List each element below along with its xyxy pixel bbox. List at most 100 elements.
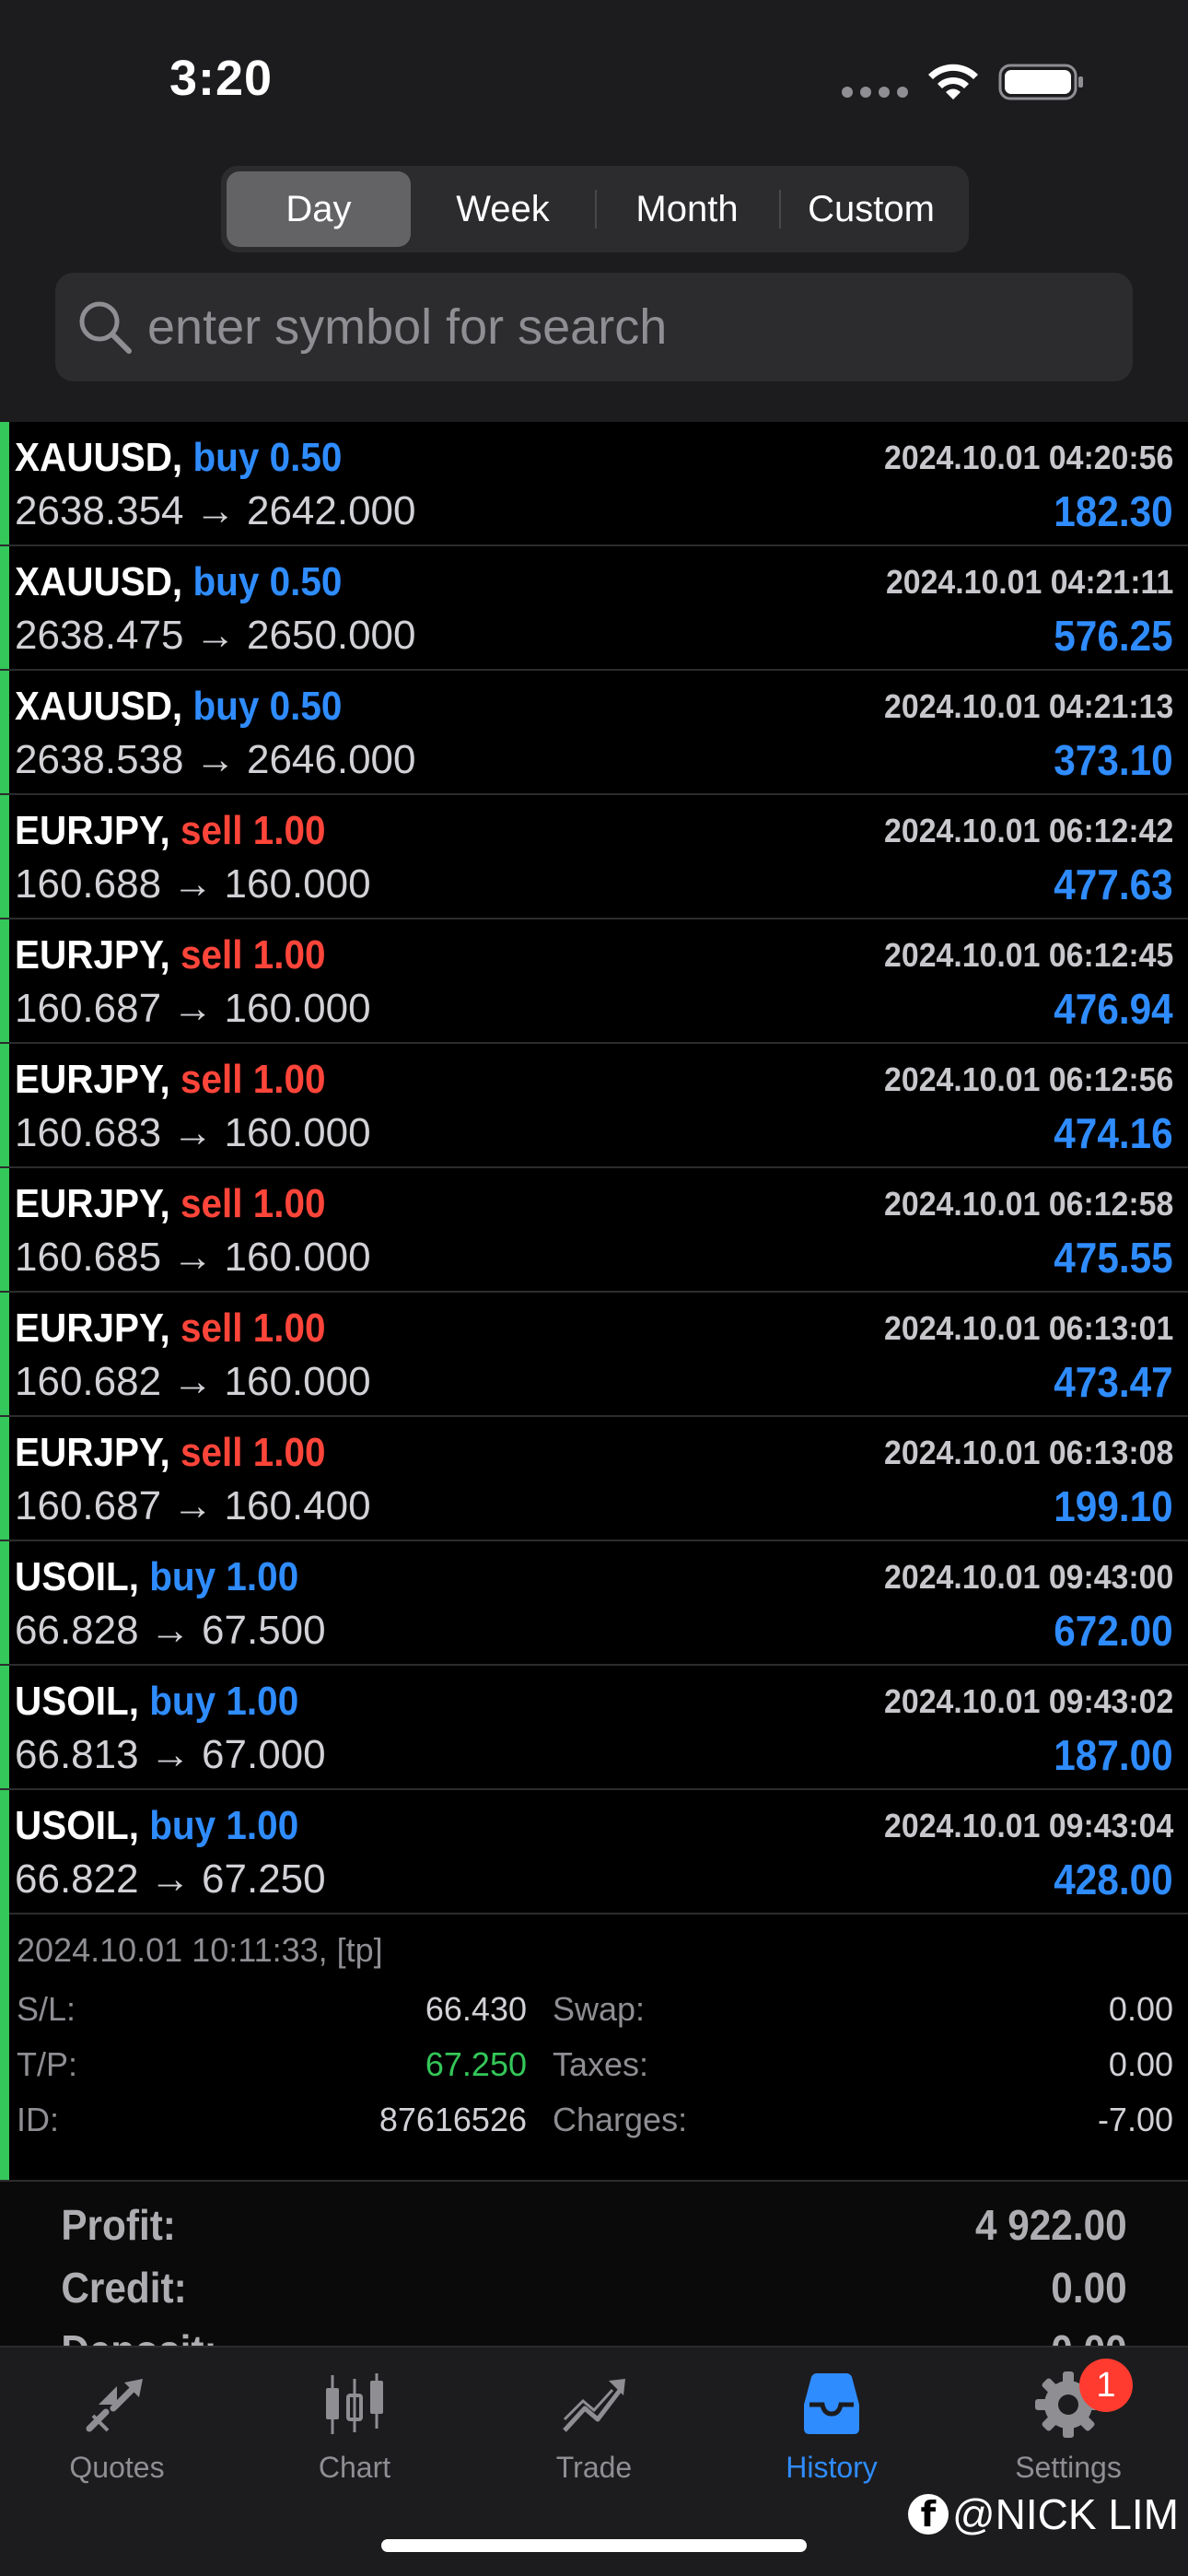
tab-month[interactable]: Month xyxy=(595,171,779,247)
trade-symbol-name: EURJPY, xyxy=(15,1430,170,1475)
search-bar[interactable] xyxy=(55,273,1133,381)
trade-row[interactable]: XAUUSD, buy 0.50 2638.475 → 2650.000 2024.… xyxy=(0,546,1188,671)
trade-symbol-name: EURJPY, xyxy=(15,932,170,978)
trade-type: buy 1.00 xyxy=(149,1679,299,1724)
trade-time: 2024.10.01 06:12:45 xyxy=(883,936,1173,974)
swap-label: Swap: xyxy=(553,1990,646,2028)
tab-quotes[interactable]: Quotes xyxy=(25,2368,209,2506)
search-icon xyxy=(79,301,132,354)
trade-symbol: XAUUSD, buy 0.50 xyxy=(15,684,342,730)
id-label: ID: xyxy=(17,2101,60,2138)
summary-credit-value: 0.00 xyxy=(1051,2264,1127,2312)
trade-profit: 182.30 xyxy=(1054,487,1173,535)
trade-row[interactable]: USOIL, buy 1.00 66.828 → 67.500 2024.10.01… xyxy=(0,1541,1188,1666)
trade-time: 2024.10.01 06:12:58 xyxy=(883,1185,1173,1223)
trade-row[interactable]: EURJPY, sell 1.00 160.682 → 160.000 2024.1… xyxy=(0,1293,1188,1417)
trade-list: XAUUSD, buy 0.50 2638.354 → 2642.000 2024.… xyxy=(0,422,1188,1914)
trade-row[interactable]: EURJPY, sell 1.00 160.688 → 160.000 2024.1… xyxy=(0,795,1188,919)
trade-symbol: EURJPY, sell 1.00 xyxy=(15,808,326,854)
search-input[interactable] xyxy=(147,299,1068,356)
charges-label: Charges: xyxy=(553,2101,688,2138)
tp-value: 67.250 xyxy=(425,2045,527,2083)
trade-symbol-name: XAUUSD, xyxy=(15,684,183,729)
trade-row[interactable]: XAUUSD, buy 0.50 2638.354 → 2642.000 2024.… xyxy=(0,422,1188,546)
trade-row[interactable]: EURJPY, sell 1.00 160.683 → 160.000 2024.1… xyxy=(0,1044,1188,1168)
status-time: 3:20 xyxy=(169,51,274,106)
summary-profit-row: Profit: 4 922.00 xyxy=(61,2200,1126,2261)
sl-label: S/L: xyxy=(17,1990,76,2028)
trade-price: 160.682 → 160.000 xyxy=(15,1359,371,1404)
trade-price: 160.685 → 160.000 xyxy=(15,1235,371,1280)
trade-price: 66.828 → 67.500 xyxy=(15,1608,326,1653)
tab-day[interactable]: Day xyxy=(227,171,411,247)
trade-symbol: EURJPY, sell 1.00 xyxy=(15,1057,326,1103)
account-summary: Profit: 4 922.00 Credit: 0.00 Deposit: 0… xyxy=(0,2180,1188,2346)
trade-time: 2024.10.01 06:13:08 xyxy=(883,1434,1173,1471)
trade-type: sell 1.00 xyxy=(181,1181,326,1226)
trade-price: 160.683 → 160.000 xyxy=(15,1110,371,1155)
trade-price: 160.687 → 160.400 xyxy=(15,1483,371,1528)
trade-row[interactable]: XAUUSD, buy 0.50 2638.538 → 2646.000 2024.… xyxy=(0,671,1188,795)
trade-symbol-name: USOIL, xyxy=(15,1803,139,1848)
summary-deposit-row: Deposit: 0.00 xyxy=(61,2325,1126,2346)
trade-time: 2024.10.01 06:12:56 xyxy=(883,1060,1173,1098)
tab-trade[interactable]: Trade xyxy=(502,2368,686,2506)
trade-icon xyxy=(563,2379,625,2432)
facebook-icon: f xyxy=(907,2494,949,2535)
trade-profit: 187.00 xyxy=(1054,1731,1173,1779)
trade-row[interactable]: EURJPY, sell 1.00 160.687 → 160.400 2024.1… xyxy=(0,1417,1188,1541)
trade-type: buy 0.50 xyxy=(192,559,343,604)
trade-time: 2024.10.01 09:43:04 xyxy=(883,1807,1173,1844)
trade-profit: 473.47 xyxy=(1054,1358,1173,1406)
trade-price: 2638.538 → 2646.000 xyxy=(15,737,416,782)
quotes-icon xyxy=(86,2379,143,2432)
summary-credit-label: Credit: xyxy=(61,2264,187,2312)
tab-settings-label: Settings xyxy=(1015,2451,1122,2484)
header: 3:20 Day Week Month Custom xyxy=(0,0,1188,422)
trade-type: buy 1.00 xyxy=(149,1803,299,1848)
trade-symbol-name: EURJPY, xyxy=(15,1306,170,1351)
trade-symbol-name: EURJPY, xyxy=(15,1057,170,1102)
tab-settings[interactable]: 1 Settings xyxy=(976,2359,1160,2506)
settings-badge: 1 xyxy=(1079,2359,1133,2412)
tab-history[interactable]: History xyxy=(740,2368,924,2506)
trade-row[interactable]: EURJPY, sell 1.00 160.685 → 160.000 2024.1… xyxy=(0,1168,1188,1293)
watermark: f @NICK LIM xyxy=(907,2489,1179,2539)
trade-row[interactable]: EURJPY, sell 1.00 160.687 → 160.000 2024.1… xyxy=(0,919,1188,1044)
trade-profit: 477.63 xyxy=(1054,861,1173,908)
trade-detail[interactable]: 2024.10.01 10:11:33, [tp] S/L: 66.430 T/… xyxy=(0,1913,1188,2180)
battery-icon xyxy=(998,64,1083,100)
trade-symbol: XAUUSD, buy 0.50 xyxy=(15,559,342,605)
tab-chart-label: Chart xyxy=(318,2451,391,2484)
trade-type: sell 1.00 xyxy=(181,1306,326,1351)
trade-symbol: EURJPY, sell 1.00 xyxy=(15,1181,326,1227)
tab-chart[interactable]: Chart xyxy=(262,2368,447,2506)
trade-profit: 672.00 xyxy=(1054,1607,1173,1655)
trade-time: 2024.10.01 06:13:01 xyxy=(883,1309,1173,1347)
cellular-signal-icon xyxy=(842,87,908,98)
sl-value: 66.430 xyxy=(425,1990,527,2028)
trade-time: 2024.10.01 06:12:42 xyxy=(883,812,1173,849)
trade-symbol: EURJPY, sell 1.00 xyxy=(15,1306,326,1352)
tab-custom[interactable]: Custom xyxy=(779,171,963,247)
trade-profit: 474.16 xyxy=(1054,1109,1173,1157)
home-indicator[interactable] xyxy=(381,2539,807,2552)
tab-trade-label: Trade xyxy=(555,2451,633,2484)
trade-price: 160.688 → 160.000 xyxy=(15,861,371,907)
trade-type: sell 1.00 xyxy=(181,808,326,853)
trade-row[interactable]: USOIL, buy 1.00 66.822 → 67.250 2024.10.01… xyxy=(0,1790,1188,1914)
trade-symbol-name: XAUUSD, xyxy=(15,559,183,604)
trade-symbol-name: EURJPY, xyxy=(15,1181,170,1226)
trade-profit: 576.25 xyxy=(1054,612,1173,660)
trade-price: 66.813 → 67.000 xyxy=(15,1732,326,1777)
tab-week[interactable]: Week xyxy=(411,171,595,247)
period-selector: Day Week Month Custom xyxy=(221,166,969,252)
summary-deposit-label: Deposit: xyxy=(61,2325,216,2346)
trade-symbol: EURJPY, sell 1.00 xyxy=(15,1430,326,1476)
taxes-label: Taxes: xyxy=(553,2045,649,2083)
trade-symbol-name: USOIL, xyxy=(15,1554,139,1599)
trade-row[interactable]: USOIL, buy 1.00 66.813 → 67.000 2024.10.01… xyxy=(0,1666,1188,1790)
trade-time: 2024.10.01 04:20:56 xyxy=(883,439,1173,476)
trade-type: buy 1.00 xyxy=(149,1554,299,1599)
trade-price: 66.822 → 67.250 xyxy=(15,1856,326,1902)
